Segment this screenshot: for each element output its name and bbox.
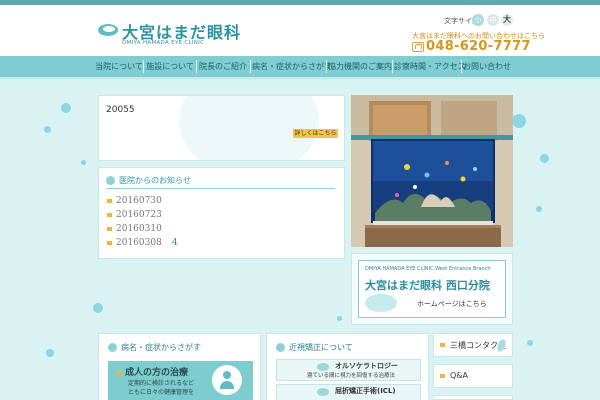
phone-number[interactable]: 048-620-7777 — [426, 39, 531, 54]
adult-treatment-title-text: 成人の方の治療 — [125, 368, 189, 378]
bubble-decoration — [527, 340, 533, 346]
news-item[interactable]: 20160723 — [107, 210, 162, 221]
site-header: 大宮はまだ眼科 OMIYA HAMADA EYE CLINIC 文字サイズ 小 … — [0, 5, 600, 56]
nav-shadow — [0, 77, 600, 81]
symptom-search-panel: 病名・症状からさがす 成人の方の治療 定期的に検診されるなど ともに日々の健康管理… — [98, 333, 261, 400]
nav-item-director[interactable]: 院長のご紹介 — [198, 56, 248, 77]
nav-separator — [250, 60, 251, 73]
adult-desc-line: ともに日々の健康管理を — [128, 389, 195, 396]
branch-name-en: OMIYA HAMADA EYE CLINIC West Entrance Br… — [365, 266, 491, 272]
nav-separator — [392, 60, 393, 73]
font-size-small-button[interactable]: 小 — [472, 14, 484, 26]
main-nav: 当院について 施設について 院長のご紹介 病名・症状からさがす 協力機関のご案内… — [0, 56, 600, 77]
details-button[interactable]: 詳しくはこちら — [293, 129, 338, 138]
adult-treatment-card[interactable]: 成人の方の治療 定期的に検診されるなど ともに日々の健康管理を — [108, 361, 253, 400]
nav-item-about[interactable]: 当院について — [95, 56, 143, 77]
news-badge: 4 — [171, 238, 178, 248]
nav-item-contact[interactable]: お問い合わせ — [463, 56, 511, 77]
vision-item-label: 屈折矯正手術(ICL) — [335, 387, 396, 395]
news-divider — [106, 188, 335, 189]
person-icon — [212, 365, 242, 395]
vision-item-orthokeratology[interactable]: オルソケラトロジー 寝ている間に視力を回復する治療法 — [276, 359, 421, 381]
vision-section-title: 近視矯正について — [276, 342, 353, 353]
adult-treatment-desc: 定期的に検診されるなど ともに日々の健康管理を — [128, 379, 194, 397]
hero-card: 20055 詳しくはこちら — [98, 95, 345, 161]
nav-separator — [143, 60, 144, 73]
branch-banner-inner: OMIYA HAMADA EYE CLINIC West Entrance Br… — [358, 260, 506, 318]
news-item[interactable]: 20160310 — [107, 224, 162, 235]
eye-logo-icon — [98, 24, 118, 36]
eye-bullet-icon — [106, 176, 115, 185]
news-panel: 医院からのお知らせ 20160730 20160723 20160310 201… — [98, 167, 345, 259]
eye-bullet-icon — [276, 343, 285, 352]
bullet-icon — [107, 198, 112, 203]
bubble-decoration — [93, 303, 103, 313]
vision-title-text: 近視矯正について — [289, 343, 353, 352]
eye-icon — [317, 363, 329, 371]
adult-desc-line: 定期的に検診されるなど — [128, 380, 195, 387]
aquarium-image — [351, 95, 513, 247]
nav-separator — [196, 60, 197, 73]
eye-bullet-icon — [108, 343, 117, 352]
hero-decoration — [179, 96, 319, 160]
side-link-contact-lens[interactable]: 三橋コンタク堂 — [433, 333, 513, 357]
bullet-icon — [107, 240, 112, 245]
news-date: 20160310 — [116, 224, 162, 234]
branch-homepage-link[interactable]: ホームページはこちら — [417, 299, 487, 309]
bullet-icon — [107, 226, 112, 231]
bubble-decoration — [81, 160, 86, 165]
bubble-decoration — [61, 103, 71, 113]
eye-logo-icon — [365, 294, 397, 312]
bubble-decoration — [540, 154, 549, 163]
bubble-decoration — [44, 126, 51, 133]
vision-item-desc: 寝ている間に視力を回復する治療法 — [307, 373, 396, 379]
side-link-label: Q&A — [450, 371, 469, 380]
symptom-title-text: 病名・症状からさがす — [121, 343, 201, 352]
font-size-large-button[interactable]: 大 — [501, 14, 513, 26]
side-link-next[interactable] — [433, 395, 513, 400]
bullet-icon — [440, 374, 445, 378]
branch-name: 大宮はまだ眼科 西口分院 — [365, 279, 490, 292]
news-title: 医院からのお知らせ — [119, 176, 191, 185]
nav-item-symptoms[interactable]: 病名・症状からさがす — [252, 56, 332, 77]
news-date: 20160730 — [116, 196, 162, 206]
symptom-section-title: 病名・症状からさがす — [108, 342, 201, 353]
clinic-logo[interactable]: 大宮はまだ眼科 OMIYA HAMADA EYE CLINIC — [98, 19, 240, 49]
adult-treatment-title: 成人の方の治療 — [116, 365, 188, 378]
phone-icon — [412, 42, 424, 52]
bullet-icon — [107, 212, 112, 217]
vision-item-label: オルソケラトロジー — [335, 362, 398, 370]
clinic-name-en: OMIYA HAMADA EYE CLINIC — [122, 40, 205, 46]
nav-separator — [461, 60, 462, 73]
nav-item-hours-access[interactable]: 診察時間・アクセス — [394, 56, 466, 77]
branch-banner[interactable]: OMIYA HAMADA EYE CLINIC West Entrance Br… — [351, 253, 513, 325]
bullet-icon — [116, 370, 121, 375]
eye-icon — [317, 388, 329, 396]
nav-item-partners[interactable]: 協力機関のご案内 — [328, 56, 392, 77]
aquarium-photo — [351, 95, 513, 247]
nav-separator — [326, 60, 327, 73]
news-item[interactable]: 20160730 — [107, 196, 162, 207]
vision-item-icl[interactable]: 屈折矯正手術(ICL) — [276, 384, 421, 400]
news-date: 20160723 — [116, 210, 162, 220]
font-size-medium-button[interactable]: 中 — [487, 14, 499, 26]
bullet-icon — [440, 343, 445, 347]
bubble-decoration — [536, 206, 542, 212]
bubble-decoration — [512, 114, 526, 128]
bubble-decoration — [46, 349, 54, 357]
bubble-decoration — [337, 316, 342, 321]
side-link-qa[interactable]: Q&A — [433, 364, 513, 388]
vision-correction-panel: 近視矯正について オルソケラトロジー 寝ている間に視力を回復する治療法 屈折矯正… — [266, 333, 429, 400]
news-item[interactable]: 20160308 4 — [107, 238, 178, 249]
news-date: 20160308 — [116, 238, 162, 248]
hero-number: 20055 — [106, 105, 135, 115]
nav-item-facility[interactable]: 施設について — [145, 56, 195, 77]
